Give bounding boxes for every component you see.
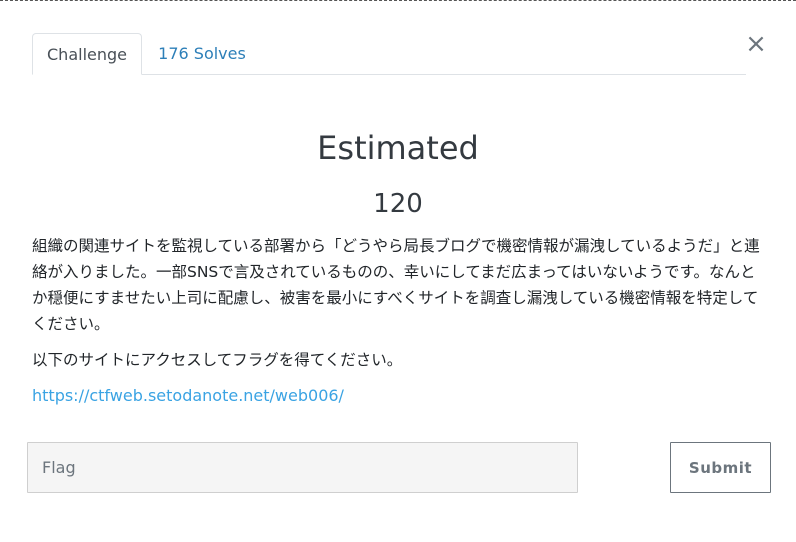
description-paragraph: 組織の関連サイトを監視している部署から「どうやら局長ブログで機密情報が漏洩してい… xyxy=(32,237,760,333)
challenge-tabs: Challenge 176 Solves xyxy=(32,33,746,75)
challenge-modal: Challenge 176 Solves × Estimated 120 組織の… xyxy=(0,0,796,542)
tab-solves[interactable]: 176 Solves xyxy=(142,33,262,74)
challenge-description: 組織の関連サイトを監視している部署から「どうやら局長ブログで機密情報が漏洩してい… xyxy=(32,233,760,383)
close-icon[interactable]: × xyxy=(744,30,768,58)
description-paragraph: 以下のサイトにアクセスしてフラグを得てください。 xyxy=(32,351,403,369)
submit-button[interactable]: Submit xyxy=(670,442,771,493)
challenge-points: 120 xyxy=(373,189,423,219)
challenge-url-link[interactable]: https://ctfweb.setodanote.net/web006/ xyxy=(32,384,344,408)
challenge-title: Estimated xyxy=(317,129,479,167)
flag-input[interactable] xyxy=(27,442,578,493)
tab-challenge[interactable]: Challenge xyxy=(32,33,142,75)
